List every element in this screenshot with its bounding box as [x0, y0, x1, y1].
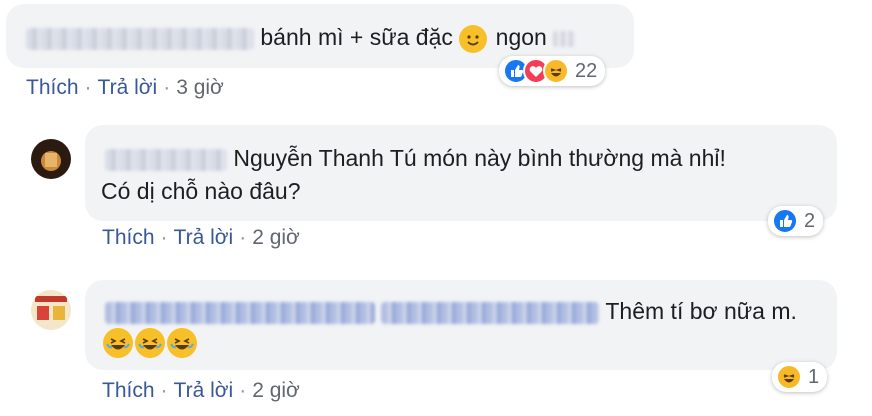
emoji-row [103, 328, 199, 358]
like-icon [772, 208, 798, 234]
like-link[interactable]: Thích [102, 379, 155, 402]
like-link[interactable]: Thích [26, 76, 79, 99]
avatar[interactable] [31, 139, 71, 179]
timestamp[interactable]: 2 giờ [252, 226, 300, 249]
reaction-count: 22 [575, 59, 598, 82]
reply-link[interactable]: Trả lời [174, 379, 234, 402]
reply-link[interactable]: Trả lời [98, 76, 158, 99]
blurred-mention[interactable] [381, 301, 600, 324]
reaction-summary-3[interactable]: 1 [772, 362, 828, 392]
comment-actions-3: Thích · Trả lời · 2 giờ [102, 379, 300, 402]
blurred-author-name[interactable] [26, 27, 254, 50]
comment-bubble-2: Nguyễn Thanh Tú món này bình thường mà n… [85, 125, 837, 221]
blurred-author-name[interactable] [105, 301, 375, 324]
avatar[interactable] [31, 290, 71, 330]
comment-text-line2: Có dị chỗ nào đâu? [101, 178, 301, 204]
comment-text: món này bình thường mà nhỉ! [423, 145, 726, 171]
mention-link[interactable]: Nguyễn Thanh Tú [233, 145, 416, 171]
reaction-count: 1 [808, 365, 820, 388]
comment-text: Thêm tí bơ nữa m. [605, 298, 797, 324]
blurred-text [553, 30, 576, 47]
comment-actions-1: Thích · Trả lời · 3 giờ [26, 76, 224, 99]
reaction-count: 2 [804, 209, 816, 232]
rofl-emoji [135, 328, 165, 358]
timestamp[interactable]: 2 giờ [252, 379, 300, 402]
blurred-author-name[interactable] [105, 148, 227, 171]
reaction-summary-1[interactable]: 22 [499, 56, 606, 86]
smile-emoji [459, 24, 488, 53]
comment-bubble-3: Thêm tí bơ nữa m. [85, 280, 837, 370]
haha-icon [543, 58, 569, 84]
rofl-emoji [103, 328, 133, 358]
reply-link[interactable]: Trả lời [174, 226, 234, 249]
haha-icon [776, 364, 802, 390]
reaction-summary-2[interactable]: 2 [768, 206, 824, 236]
rofl-emoji [167, 328, 197, 358]
comment-text-after: ngon [495, 24, 547, 50]
comment-text: bánh mì + sữa đặc [260, 24, 453, 50]
comment-actions-2: Thích · Trả lời · 2 giờ [102, 226, 300, 249]
timestamp[interactable]: 3 giờ [176, 76, 224, 99]
like-link[interactable]: Thích [102, 226, 155, 249]
